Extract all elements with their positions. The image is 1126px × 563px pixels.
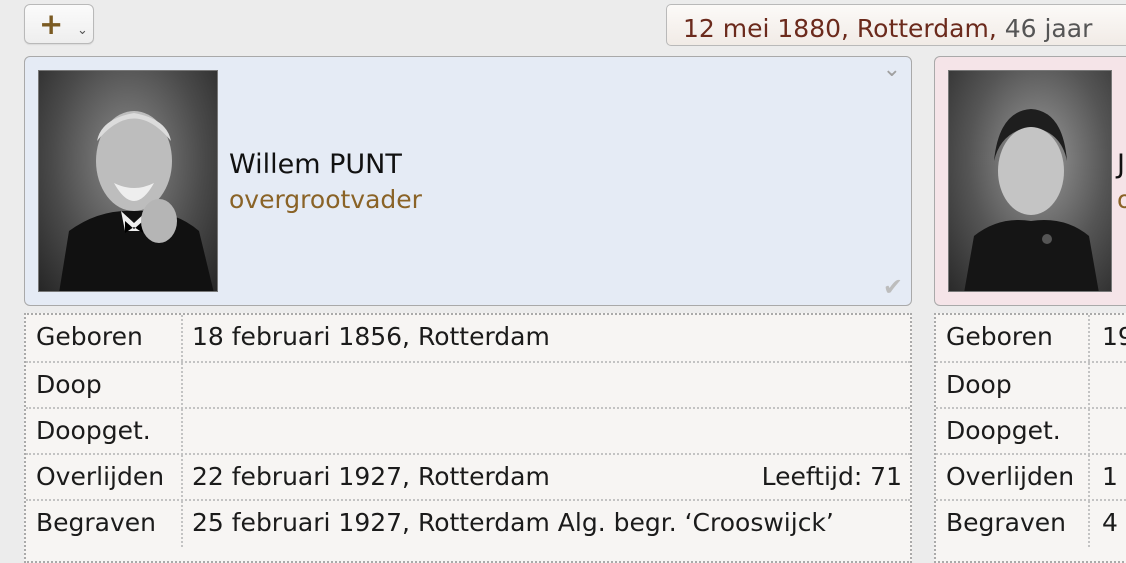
plus-icon: + [39, 7, 64, 41]
husband-photo[interactable] [38, 70, 218, 292]
fact-label: Doopget. [946, 416, 1061, 445]
fact-value: 25 februari 1927, Rotterdam Alg. begr. ‘… [192, 508, 834, 537]
marriage-info-button[interactable]: 12 mei 1880, Rotterdam, 46 jaar [666, 4, 1126, 46]
husband-facts-table: Geboren 18 februari 1856, Rotterdam Doop… [24, 313, 912, 563]
fact-row-baptism-witnesses[interactable]: Doopget. [26, 407, 910, 455]
fact-row-death[interactable]: Overlijden 22 februari 1927, Rotterdam L… [26, 453, 910, 501]
fact-label: Doop [36, 370, 102, 399]
fact-label: Begraven [946, 508, 1067, 537]
fact-value: 18 februari 1856, Rotterdam [192, 322, 550, 351]
add-button[interactable]: + ⌄ [24, 4, 94, 44]
marriage-date: 12 mei 1880, Rotterdam [683, 14, 989, 43]
wife-relation: o [1117, 185, 1126, 214]
wife-card[interactable]: J o [934, 56, 1126, 306]
fact-value: 1 [1102, 462, 1118, 491]
portrait-woman-image [964, 109, 1099, 291]
fact-value: 4 [1102, 508, 1118, 537]
wife-photo[interactable] [948, 70, 1112, 292]
fact-row-burial[interactable]: Begraven 4 [936, 499, 1126, 547]
checkmark-icon: ✔ [882, 273, 903, 301]
fact-row-birth[interactable]: Geboren 19 [936, 315, 1126, 361]
fact-row-birth[interactable]: Geboren 18 februari 1856, Rotterdam [26, 315, 910, 361]
fact-value: 19 [1102, 322, 1126, 351]
portrait-man-image [59, 111, 214, 291]
fact-value: 22 februari 1927, Rotterdam [192, 462, 550, 491]
fact-label: Begraven [36, 508, 157, 537]
wife-name: J [1117, 149, 1125, 180]
husband-card[interactable]: Willem PUNT overgrootvader ⌄ ✔ [24, 56, 912, 306]
marriage-separator: , [988, 14, 997, 43]
fact-row-death[interactable]: Overlijden 1 [936, 453, 1126, 501]
fact-row-burial[interactable]: Begraven 25 februari 1927, Rotterdam Alg… [26, 499, 910, 547]
fact-label: Overlijden [946, 462, 1075, 491]
husband-relation: overgrootvader [229, 185, 422, 214]
marriage-duration: 46 jaar [1004, 14, 1093, 43]
age-at-death: Leeftijd: 71 [761, 462, 902, 491]
wife-facts-table: Geboren 19 Doop Doopget. Overlijden 1 Be… [934, 313, 1126, 563]
chevron-down-icon[interactable]: ⌄ [883, 57, 901, 82]
fact-label: Geboren [946, 322, 1053, 351]
husband-name: Willem PUNT [229, 149, 402, 180]
chevron-down-icon: ⌄ [77, 23, 88, 38]
fact-label: Geboren [36, 322, 143, 351]
fact-label: Doopget. [36, 416, 151, 445]
fact-row-baptism[interactable]: Doop [936, 361, 1126, 409]
fact-row-baptism-witnesses[interactable]: Doopget. [936, 407, 1126, 455]
fact-label: Overlijden [36, 462, 165, 491]
fact-row-baptism[interactable]: Doop [26, 361, 910, 409]
fact-label: Doop [946, 370, 1012, 399]
